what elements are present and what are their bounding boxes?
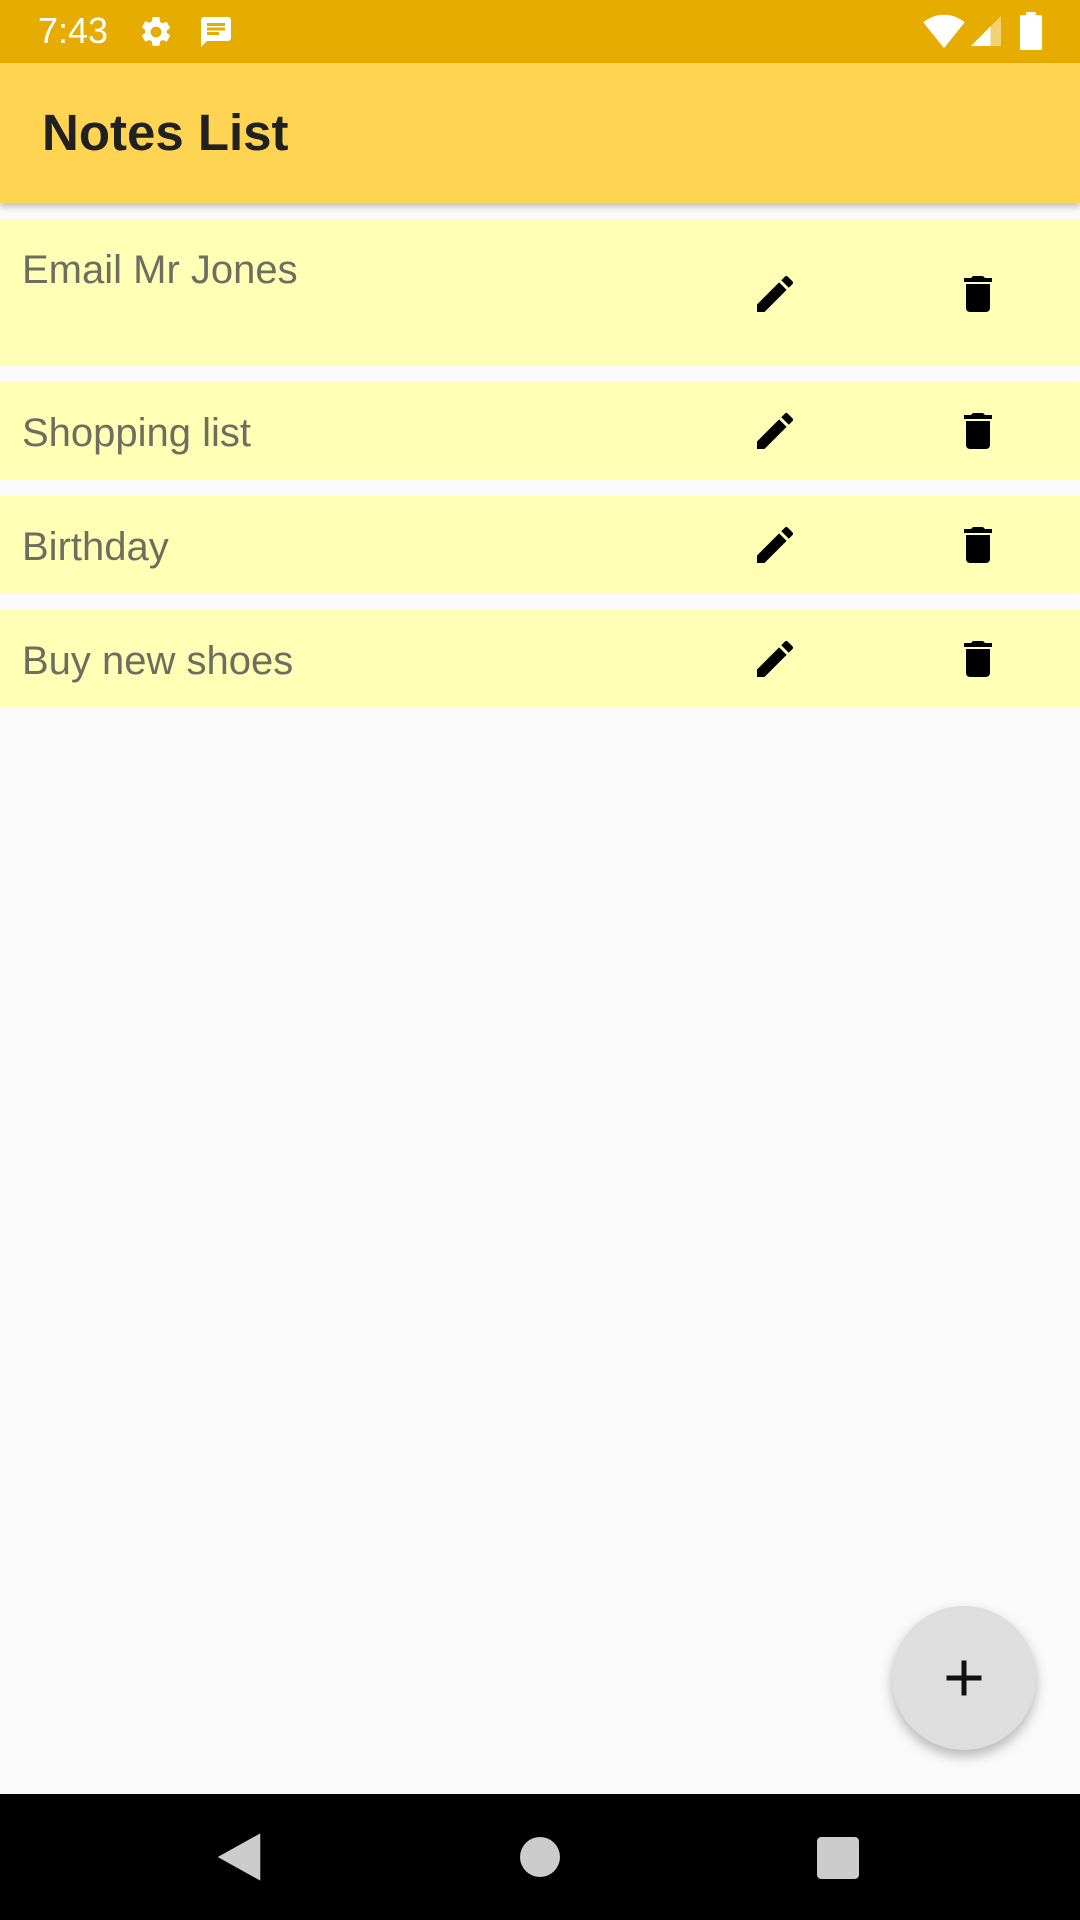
plus-icon [946, 1660, 982, 1696]
delete-icon[interactable] [954, 407, 1002, 455]
notes-list-screen: 7:43 Notes List Email Mr Jones Shopping … [0, 0, 1080, 1920]
battery-icon [1019, 12, 1043, 50]
edit-icon[interactable] [751, 635, 799, 683]
notification-icon [201, 17, 231, 47]
wifi-icon [923, 14, 965, 49]
edit-icon[interactable] [751, 407, 799, 455]
home-icon[interactable] [520, 1837, 560, 1877]
add-note-button[interactable] [892, 1606, 1036, 1750]
navigation-bar [0, 1794, 1080, 1920]
page-title: Notes List [42, 104, 289, 161]
recents-icon[interactable] [817, 1837, 859, 1879]
note-title: Shopping list [22, 411, 252, 455]
delete-icon[interactable] [954, 635, 1002, 683]
note-title: Email Mr Jones [22, 248, 298, 292]
note-title: Birthday [22, 525, 169, 569]
status-time: 7:43 [38, 10, 109, 51]
note-title: Buy new shoes [22, 639, 294, 683]
edit-icon[interactable] [751, 270, 799, 318]
back-icon[interactable] [214, 1831, 264, 1883]
status-bar: 7:43 [0, 0, 1080, 63]
signal-icon [971, 16, 1001, 46]
settings-icon [141, 16, 171, 46]
delete-icon[interactable] [954, 270, 1002, 318]
app-bar: Notes List [0, 63, 1080, 203]
delete-icon[interactable] [954, 521, 1002, 569]
edit-icon[interactable] [751, 521, 799, 569]
